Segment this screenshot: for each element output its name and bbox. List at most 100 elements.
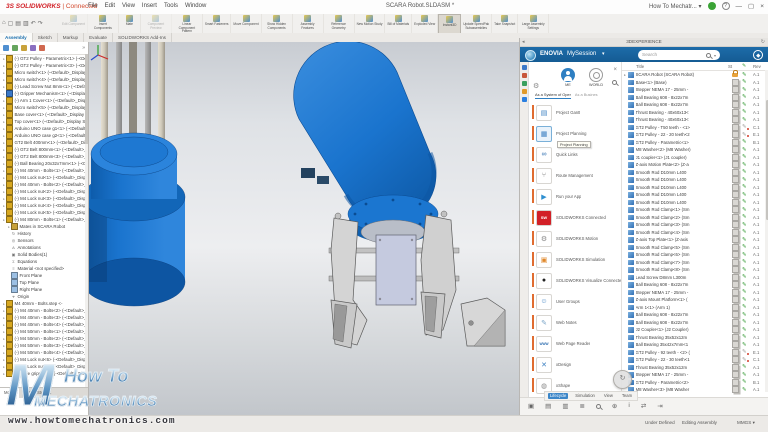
undo-icon[interactable]: ↶ [31, 20, 36, 27]
tree-item[interactable]: ▸GT2 Belt 400mm<1> (-<Default>_Displa [0, 139, 88, 146]
restore-button[interactable]: ▢ [748, 2, 754, 10]
instant3d-button[interactable]: Instant3D [438, 14, 461, 33]
menu-edit[interactable]: Edit [105, 3, 115, 9]
tree-item[interactable]: ▸Arduino UNO case g2<1> (-<Default>_D [0, 132, 88, 139]
folder-tool-icon[interactable]: ▤ [545, 402, 551, 410]
parts-row[interactable]: Smooth Rod Clamp<2> (Sm✎A.1 [622, 214, 768, 222]
app-item-sw[interactable]: SWSOLIDWORKS Connected [529, 207, 621, 228]
new-file-icon[interactable]: ▢ [8, 20, 14, 27]
app-item-motion[interactable]: ⚙SOLIDWORKS Motion [529, 228, 621, 249]
parts-row[interactable]: J2 Coupler<1> (J2 Coupler)✎A.1 [622, 326, 768, 334]
tree-item[interactable]: ▸(-) GT2 Belt 800mm<3> (-<Default>_Dis [0, 153, 88, 160]
mysession-label[interactable]: MySession [567, 51, 596, 57]
tree-item[interactable]: ▸(-) Wide gripper<1> (-<Default>_Displa [0, 370, 88, 377]
lock-tool-icon[interactable]: ▣ [528, 402, 534, 410]
me-profile-button[interactable] [561, 68, 575, 82]
app-item-notes[interactable]: ✎Web Notes [529, 312, 621, 333]
tree-item[interactable]: ▸(-) M4 80mm - Bolts<1> (-<Default>_D [0, 216, 88, 223]
custom-properties-strip-icon[interactable] [522, 97, 527, 102]
tree-flyout-chevron-icon[interactable]: » [82, 45, 85, 51]
redo-icon[interactable]: ↷ [38, 20, 43, 27]
app-item-users[interactable]: ☺User Groups [529, 291, 621, 312]
assembly-features-button[interactable]: Assembly Features [293, 14, 324, 33]
save-icon[interactable]: ▥ [23, 20, 29, 27]
parts-row[interactable]: Smooth Rod Clamp<1> (Sm✎A.1 [622, 206, 768, 214]
parts-row[interactable]: GT2 Pulley - 22 - 20 teeth<2✎E.1 [622, 131, 768, 139]
menu-view[interactable]: View [122, 3, 135, 9]
tree-item[interactable]: ▸(-) GT2 Pulley - Parametric<3> (-<Defau [0, 62, 88, 69]
parts-row[interactable]: Ball Bearing 608 - 8x22x7m✎A.1 [622, 319, 768, 327]
smart-fasteners-button[interactable]: Smart Fasteners [203, 14, 232, 33]
linear-component-pattern-button[interactable]: Linear Component Pattern [172, 14, 203, 33]
parts-row[interactable]: Z-axis Top Plate<1> (Z-axis✎A.1 [622, 236, 768, 244]
tree-item[interactable]: ◎Sensors [0, 237, 88, 244]
refresh-icon[interactable]: ↻ [761, 38, 765, 46]
parts-row[interactable]: Thrust Bearing - 40x60x13<✎A.1 [622, 116, 768, 124]
tree-item[interactable]: ▸(-) M4 40mm - Bolts<2> (-<Default>_D [0, 307, 88, 314]
featuremanager-tab-icon[interactable] [3, 45, 9, 51]
tree-item[interactable]: ▸(-) M4 50mm - Bolts<1> (-<Default>_D [0, 328, 88, 335]
search-icon[interactable] [706, 53, 711, 58]
tree-item[interactable]: ▸(-) GT2 Pulley - Parametric<1> (-<Defau [0, 55, 88, 62]
propertymanager-tab-icon[interactable] [12, 45, 18, 51]
globe-tool-icon[interactable]: ⊕ [612, 402, 617, 410]
resources-strip-icon[interactable] [522, 65, 527, 70]
archive-tool-icon[interactable]: ▥ [562, 402, 568, 410]
tree-item[interactable]: ▸(-) M4 40mm - Bolts<3> (-<Default>_D [0, 314, 88, 321]
app-item-route[interactable]: ⑂Route Management [529, 165, 621, 186]
account-menu[interactable]: How To Mechatr... ▾ [649, 3, 702, 10]
minimize-button[interactable]: — [736, 3, 743, 10]
parts-row[interactable]: Ball Bearing 608 - 8x22x7m✎A.1 [622, 311, 768, 319]
tree-item[interactable]: ▸(-) M4 Lock nut<3> (-<Default>_Display [0, 195, 88, 202]
tree-item[interactable]: ▸(-) M4 40mm - Bolts<4> (-<Default>_D [0, 321, 88, 328]
tree-item[interactable]: ▸(-) M4 Lock nut<1> (-<Default>_Display [0, 174, 88, 181]
share-tool-icon[interactable]: ⇄ [641, 402, 646, 410]
assistant-button[interactable]: ↻ [613, 370, 632, 389]
close-button[interactable]: × [760, 3, 764, 10]
info-tool-icon[interactable]: i [628, 402, 629, 410]
parts-row[interactable]: Smooth Rod Clamp<7> (Sm✎A.1 [622, 259, 768, 267]
parts-row[interactable]: Thrust Bearing 35x52x12m✎A.1 [622, 334, 768, 342]
parts-row[interactable]: GT2 Pulley - 22 - 30 teeth<1✎C.1 [622, 356, 768, 364]
tab-sketch[interactable]: Sketch [33, 33, 58, 42]
file-explorer-strip-icon[interactable] [522, 81, 527, 86]
mate-button[interactable]: Mate [119, 14, 141, 33]
parts-row[interactable]: Smooth Rod D10mm L400✎A.1 [622, 184, 768, 192]
parts-row[interactable]: Stepper NEMA 17 - 25mm -✎A.1 [622, 86, 768, 94]
compass-icon[interactable] [753, 50, 763, 60]
tab-evaluate[interactable]: Evaluate [84, 33, 113, 42]
menu-insert[interactable]: Insert [142, 3, 157, 9]
mysession-caret-icon[interactable]: ▾ [602, 51, 605, 57]
parts-row[interactable]: Lead Screw D8mm L300m✎A.1 [622, 274, 768, 282]
tab-markup[interactable]: Markup [58, 33, 84, 42]
tree-item[interactable]: ▸Base cover<1> (-<Default>_Display Stat [0, 111, 88, 118]
tree-item[interactable]: Front Plane [0, 272, 88, 279]
units-selector[interactable]: MMGS ▾ [737, 420, 755, 426]
tree-item[interactable]: ⌖Origin [0, 293, 88, 300]
parts-row[interactable]: Z-axis Mount Platform<1> (✎A.1 [622, 296, 768, 304]
tree-item[interactable]: ▸Arduino UNO case g1<1> (-<Default>_D [0, 125, 88, 132]
parts-row[interactable]: Base<1> (Base)✎A.1 [622, 79, 768, 87]
tree-item[interactable]: ▸(-) Ball Bearing 20x32x7mm<1> (-<Deta [0, 160, 88, 167]
parts-row[interactable]: Arm 1<1> (Arm 1)✎A.1 [622, 304, 768, 312]
parts-row[interactable]: GT2 Pulley - T50 teeth - <1>✎C.1 [622, 124, 768, 132]
tree-item[interactable]: ▸(-) M4 40mm - Bolts<2> (-<Default>_Dis [0, 181, 88, 188]
tree-item[interactable]: ▸(-) Lead Screw Nut 8mm<1> (-<Default [0, 83, 88, 90]
parts-row[interactable]: Stepper NEMA 17 - 25mm -✎A.1 [622, 371, 768, 379]
parts-row[interactable]: GT2 Pulley - Parametric<1>✎B.1 [622, 139, 768, 147]
tree-item[interactable]: AAnnotations [0, 244, 88, 251]
export-tool-icon[interactable]: ⇥ [657, 402, 662, 410]
show-hidden-components-button[interactable]: Show Hidden Components [262, 14, 293, 33]
collapse-pane-icon[interactable]: ◂ [522, 38, 525, 46]
app-item-simulation[interactable]: ▣SOLIDWORKS Simulation [529, 249, 621, 270]
bill-of-materials-button[interactable]: Bill of Materials [385, 14, 412, 33]
document-tool-icon[interactable]: ≣ [579, 402, 584, 410]
parts-row[interactable]: Smooth Rod Clamp<4> (Sm✎A.1 [622, 229, 768, 237]
parts-row[interactable]: M8 Washer<2> (M8 Washer)✎A.1 [622, 146, 768, 154]
parts-row[interactable]: M8 Washer<3> (M8 Washer✎A.1 [622, 386, 768, 394]
parts-row[interactable]: Smooth Rod D10mm L400✎A.1 [622, 176, 768, 184]
menu-tools[interactable]: Tools [164, 3, 178, 9]
update-speedpak-subassemblies-button[interactable]: Update SpeedPak Subassemblies [461, 14, 492, 33]
mysession-tab[interactable]: As a System of Oper [535, 92, 571, 99]
large-assembly-settings-button[interactable]: Large Assembly Settings [518, 14, 549, 33]
